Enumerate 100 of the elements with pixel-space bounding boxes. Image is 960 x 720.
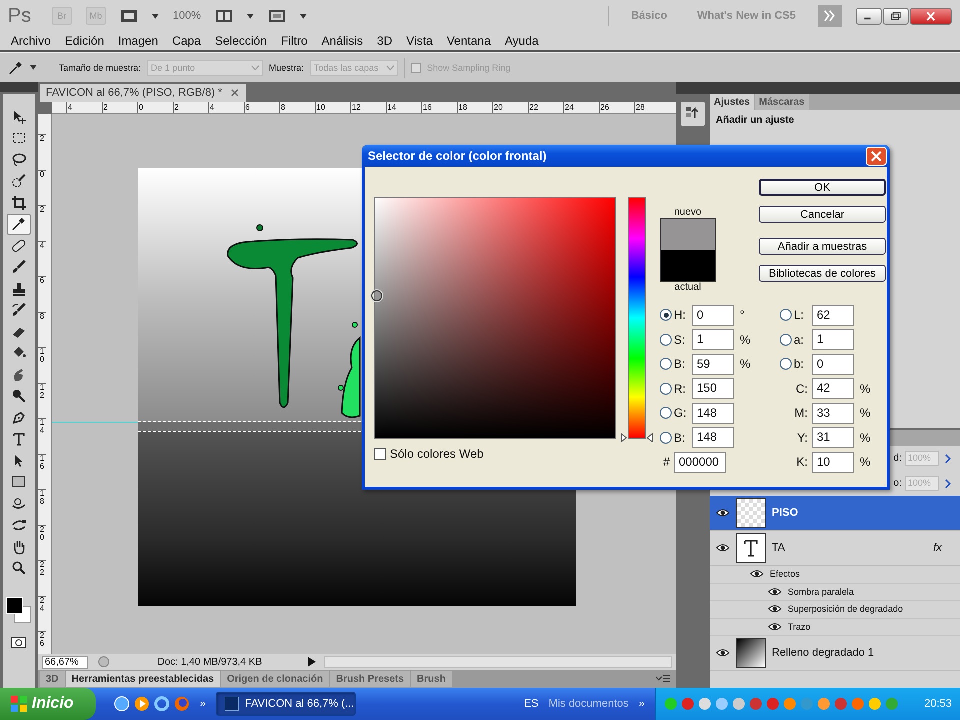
tool-button[interactable] <box>7 214 31 235</box>
eye-icon[interactable] <box>716 543 730 553</box>
document-tab[interactable]: FAVICON al 66,7% (PISO, RGB/8) * <box>40 84 246 102</box>
field-label: M: <box>794 406 809 420</box>
eye-icon[interactable] <box>768 622 782 632</box>
menu-item[interactable]: Imagen <box>111 34 166 48</box>
screen-mode-icon[interactable] <box>268 8 286 24</box>
input-field[interactable]: 1 <box>692 329 734 350</box>
quick-launch-more[interactable]: » <box>200 698 206 710</box>
eye-icon[interactable] <box>716 508 730 518</box>
radio-button[interactable] <box>780 358 792 370</box>
radio-button[interactable] <box>660 358 672 370</box>
input-field[interactable]: 148 <box>692 427 734 448</box>
dialog-button[interactable]: OK <box>759 179 886 196</box>
unit-label: % <box>739 332 751 347</box>
color-marker[interactable] <box>372 290 383 302</box>
effect-name: Sombra paralela <box>788 586 854 597</box>
language-indicator[interactable]: ES <box>524 698 539 710</box>
panel-tab[interactable]: 3D <box>40 671 65 687</box>
menu-item[interactable]: Selección <box>208 34 274 48</box>
toolbar-label[interactable]: Mis documentos <box>548 698 629 710</box>
panel-tab[interactable]: Herramientas preestablecidas <box>66 671 220 687</box>
history-brush-icon <box>11 302 27 318</box>
dialog-button[interactable]: Cancelar <box>759 206 886 223</box>
radio-button[interactable] <box>660 334 672 346</box>
layer-row[interactable]: Relleno degradado 1 <box>710 636 960 671</box>
dialog-button[interactable]: Añadir a muestras <box>759 238 886 255</box>
panel-tab[interactable]: Brush Presets <box>330 671 410 687</box>
input-field[interactable]: 0 <box>692 304 734 326</box>
close-icon[interactable] <box>230 88 240 98</box>
eye-icon[interactable] <box>768 604 782 614</box>
menu-icon[interactable] <box>656 674 670 684</box>
hex-field[interactable]: 000000 <box>674 452 726 473</box>
layer-row[interactable]: PISO <box>710 496 960 531</box>
input-field[interactable]: 42 <box>812 378 854 400</box>
layer-thumbnail <box>736 533 766 563</box>
quick-mask-icon[interactable] <box>11 637 27 649</box>
eye-icon[interactable] <box>750 569 764 580</box>
minimize-icon[interactable] <box>856 8 882 24</box>
input-field[interactable]: 33 <box>812 402 854 424</box>
opacity-label: d: <box>894 453 902 464</box>
radio-button[interactable] <box>660 432 672 444</box>
panel-tab[interactable]: Origen de clonación <box>221 671 330 687</box>
input-field[interactable]: 31 <box>812 427 854 448</box>
radio-button[interactable] <box>660 309 672 322</box>
slider-arrow-icon[interactable] <box>647 434 653 442</box>
input-field[interactable]: 1 <box>812 329 854 350</box>
radio-button[interactable] <box>780 309 792 322</box>
input-field[interactable]: 148 <box>692 402 734 424</box>
input-field[interactable]: 59 <box>692 354 734 375</box>
flag-icon <box>10 695 28 713</box>
eye-icon[interactable] <box>768 586 782 597</box>
restore-icon[interactable] <box>883 8 909 24</box>
ruler-number: 16 <box>38 454 46 489</box>
layer-name: TA <box>772 542 786 554</box>
color-field[interactable] <box>374 197 616 439</box>
input-field[interactable]: 62 <box>812 304 854 326</box>
zoom-dropdown[interactable]: 100% <box>173 10 202 22</box>
radio-button[interactable] <box>780 334 792 346</box>
menu-item[interactable]: 3D <box>370 34 400 48</box>
panel-tab[interactable]: Brush <box>411 671 452 687</box>
adjustments-icon[interactable] <box>681 102 705 126</box>
ruler-number: 24 <box>38 596 46 631</box>
radio-button[interactable] <box>660 407 672 420</box>
menu-item[interactable]: Archivo <box>4 34 58 48</box>
ruler-number: 20 <box>38 524 46 560</box>
checkbox[interactable] <box>374 448 386 460</box>
slider-arrow-icon[interactable] <box>621 434 627 442</box>
layer-row[interactable]: TA fx <box>710 531 960 566</box>
panel-tab[interactable]: Ajustes <box>710 94 754 110</box>
play-icon[interactable] <box>134 696 150 712</box>
menu-item[interactable]: Ventana <box>440 34 498 48</box>
toolbar-more[interactable]: » <box>638 698 645 710</box>
field-label: R: <box>673 382 687 396</box>
play-icon[interactable] <box>308 657 316 667</box>
menu-item[interactable]: Filtro <box>274 34 315 48</box>
globe-icon[interactable] <box>114 696 130 712</box>
close-icon[interactable] <box>910 8 952 24</box>
zoom-field[interactable]: 66,67% <box>42 656 88 668</box>
eye-icon[interactable] <box>716 648 730 658</box>
dialog-button[interactable]: Bibliotecas de colores <box>759 265 886 282</box>
taskbar-button[interactable]: FAVICON al 66,7% (... <box>216 692 356 716</box>
clock: 20:53 <box>924 698 952 710</box>
radio-button[interactable] <box>660 382 672 395</box>
horizontal-scrollbar[interactable] <box>324 656 672 668</box>
layout-icon[interactable] <box>215 8 234 24</box>
menu-item[interactable]: Vista <box>400 34 440 48</box>
input-field[interactable]: 0 <box>812 354 854 375</box>
menu-item[interactable]: Análisis <box>314 34 370 48</box>
input-field[interactable]: 10 <box>812 452 854 473</box>
eyedropper-icon[interactable] <box>8 60 24 76</box>
menu-item[interactable]: Ayuda <box>498 34 546 48</box>
menu-item[interactable]: Capa <box>165 34 208 48</box>
hex-label: # <box>662 455 671 470</box>
browser-icon[interactable] <box>154 696 170 712</box>
film-icon[interactable] <box>120 8 138 24</box>
layer-name: Relleno degradado 1 <box>772 647 876 659</box>
input-field[interactable]: 150 <box>692 378 734 400</box>
panel-tab[interactable]: Máscaras <box>755 94 809 110</box>
menu-item[interactable]: Edición <box>58 34 112 48</box>
